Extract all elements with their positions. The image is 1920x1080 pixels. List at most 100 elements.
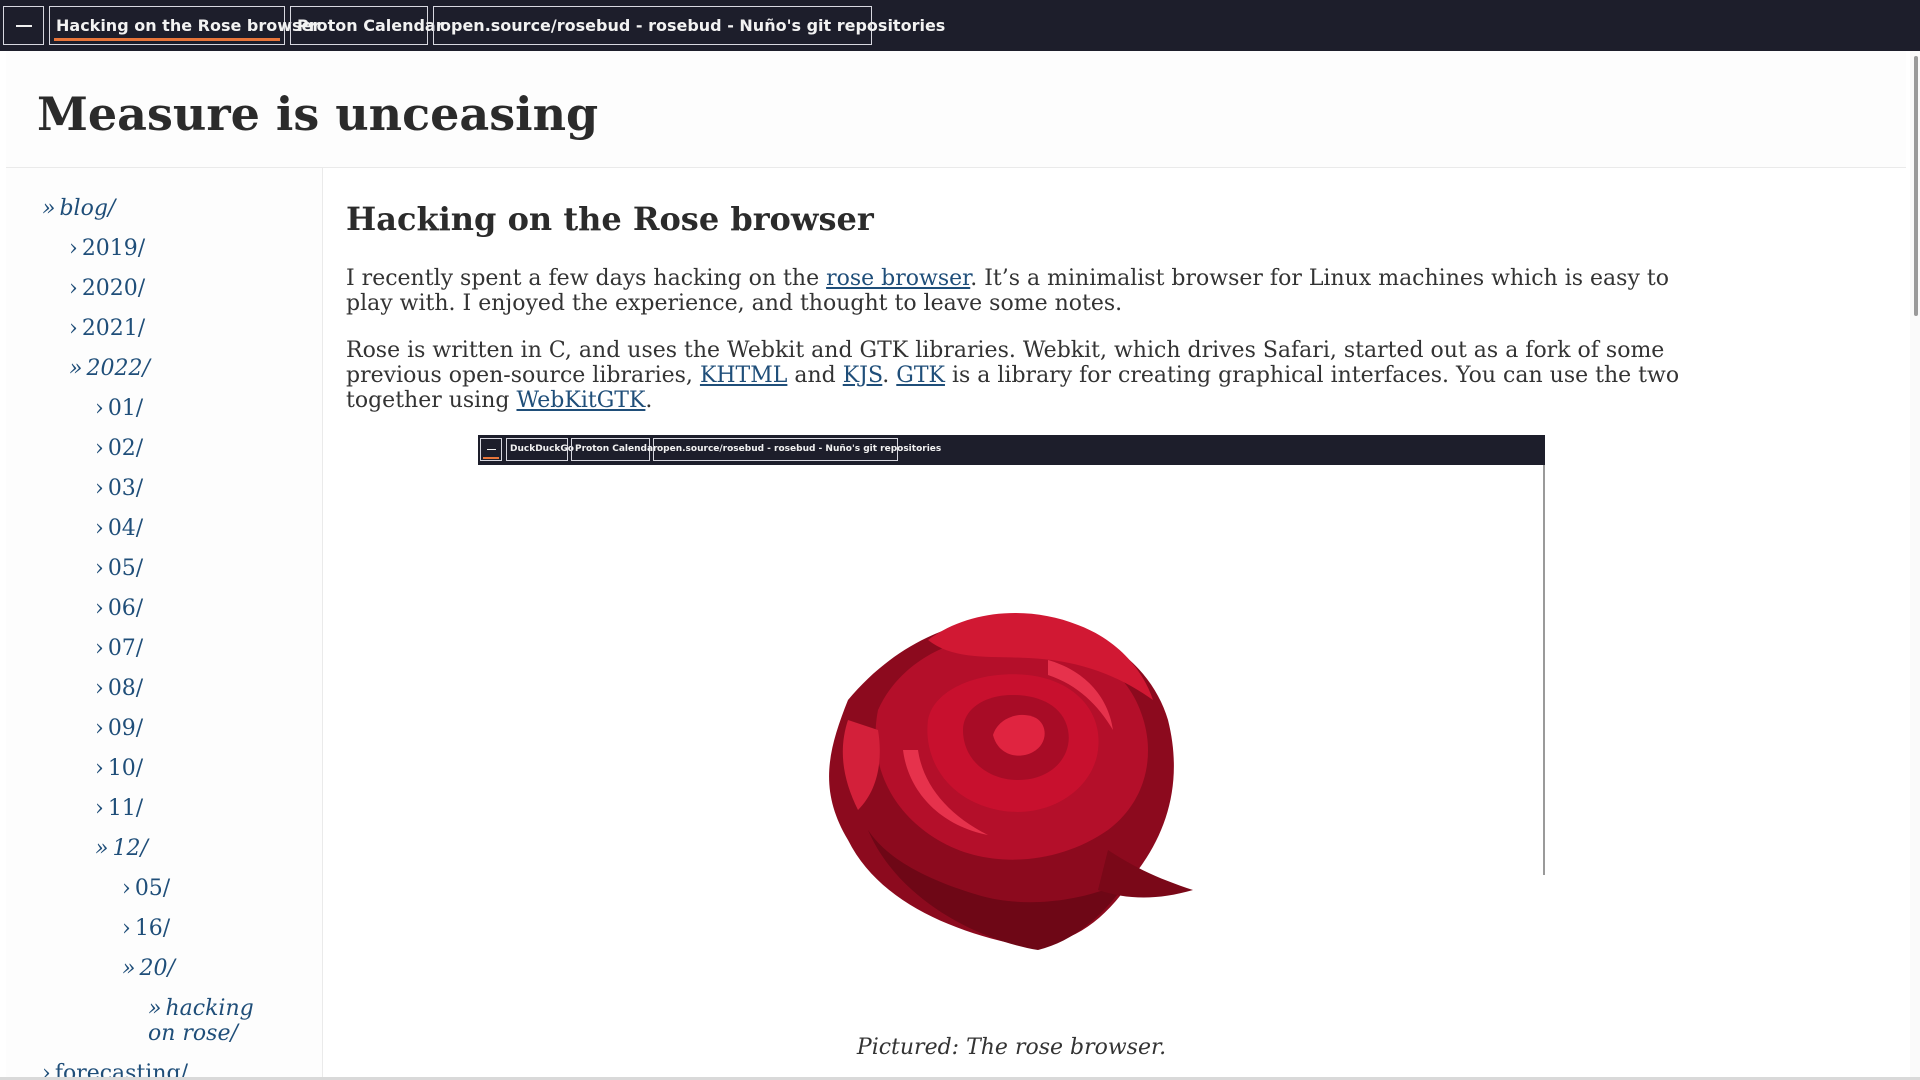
embedded-tab-proton-calendar: Proton Calendar <box>571 438 657 461</box>
nav-item-month-02[interactable]: › 02/ <box>95 436 143 461</box>
nav-item-2021[interactable]: › 2021/ <box>69 316 145 341</box>
nav-label: 11/ <box>107 796 144 821</box>
nav-label: 03/ <box>107 476 144 501</box>
nav-label: 20/ <box>139 956 175 981</box>
embedded-tab-bar: DuckDuckGo Proton Calendar open.source/r… <box>478 435 1545 465</box>
nav-label: 2019/ <box>81 236 146 261</box>
nav-item-month-03[interactable]: › 03/ <box>95 476 143 501</box>
chevron-right-icon: › <box>95 636 104 661</box>
nav-item-2019[interactable]: › 2019/ <box>69 236 145 261</box>
page-scrollbar-thumb[interactable] <box>1914 56 1918 316</box>
nav-item-month-09[interactable]: › 09/ <box>95 716 143 741</box>
nav-label: 2021/ <box>81 316 146 341</box>
nav-item-day-05[interactable]: › 05/ <box>122 876 170 901</box>
text: . <box>645 388 653 413</box>
nav-label: 2022/ <box>86 356 150 381</box>
nav-label: blog/ <box>59 196 116 221</box>
rose-image <box>829 613 1193 950</box>
link-khtml[interactable]: KHTML <box>700 363 787 388</box>
link-kjs[interactable]: KJS <box>843 363 883 388</box>
nav-label: 01/ <box>107 396 144 421</box>
site-title[interactable]: Measure is unceasing <box>37 87 598 141</box>
nav-label: 10/ <box>107 756 144 781</box>
chevron-right-icon: › <box>69 316 78 341</box>
nav-item-day-16[interactable]: › 16/ <box>122 916 170 941</box>
hamburger-icon <box>486 449 496 450</box>
link-rose-browser[interactable]: rose browser <box>826 266 970 291</box>
tab-label: Proton Calendar <box>575 444 658 454</box>
figure-rose-screenshot: DuckDuckGo Proton Calendar open.source/r… <box>478 435 1545 1035</box>
chevron-right-icon: › <box>95 556 104 581</box>
browser-tab-bar: Hacking on the Rose browser Proton Calen… <box>0 0 1920 51</box>
nav-label: 07/ <box>107 636 144 661</box>
chevron-right-icon: › <box>95 676 104 701</box>
nav-item-month-11[interactable]: › 11/ <box>95 796 143 821</box>
chevron-right-icon: › <box>95 516 104 541</box>
tab-label: DuckDuckGo <box>510 444 574 454</box>
nav-item-2020[interactable]: › 2020/ <box>69 276 145 301</box>
nav-label: 08/ <box>107 676 144 701</box>
link-webkitgtk[interactable]: WebKitGTK <box>516 388 645 413</box>
chevron-right-icon: › <box>122 876 131 901</box>
text: I recently spent a few days hacking on t… <box>346 266 827 291</box>
nav-item-hacking-on-rose[interactable]: » hacking on rose/ <box>148 996 278 1046</box>
embedded-tab-rosebud-git: open.source/rosebud - rosebud - Nuño's g… <box>653 438 941 461</box>
tab-label: open.source/rosebud - rosebud - Nuño's g… <box>657 444 942 454</box>
paragraph-intro: I recently spent a few days hacking on t… <box>346 266 1686 316</box>
nav-label: 09/ <box>107 716 144 741</box>
nav-item-month-01[interactable]: › 01/ <box>95 396 143 421</box>
link-gtk[interactable]: GTK <box>896 363 945 388</box>
chevron-open-icon: » <box>148 996 162 1021</box>
tab-label: Hacking on the Rose browser <box>56 16 321 35</box>
text: and <box>787 363 843 388</box>
chevron-right-icon: › <box>95 796 104 821</box>
nav-item-day-20[interactable]: » 20/ <box>122 956 175 981</box>
tab-proton-calendar[interactable]: Proton Calendar <box>290 6 444 45</box>
site-header: Measure is unceasing <box>6 51 1906 168</box>
chevron-open-icon: » <box>122 956 136 981</box>
nav-item-2022[interactable]: » 2022/ <box>69 356 150 381</box>
embedded-menu-button <box>480 438 502 461</box>
nav-label: 12/ <box>112 836 148 861</box>
nav-item-month-05[interactable]: › 05/ <box>95 556 143 581</box>
nav-label: 02/ <box>107 436 144 461</box>
chevron-right-icon: › <box>95 756 104 781</box>
chevron-open-icon: » <box>69 356 83 381</box>
nav-item-month-10[interactable]: › 10/ <box>95 756 143 781</box>
figure-caption: Pictured: The rose browser. <box>856 1035 1167 1060</box>
nav-label: 05/ <box>107 556 144 581</box>
chevron-right-icon: › <box>95 396 104 421</box>
chevron-open-icon: » <box>42 196 56 221</box>
post-title: Hacking on the Rose browser <box>346 200 874 238</box>
menu-button[interactable] <box>3 6 44 45</box>
chevron-right-icon: › <box>95 596 104 621</box>
chevron-right-icon: › <box>95 436 104 461</box>
nav-item-month-06[interactable]: › 06/ <box>95 596 143 621</box>
nav-item-month-07[interactable]: › 07/ <box>95 636 143 661</box>
nav-label: 04/ <box>107 516 144 541</box>
chevron-right-icon: › <box>95 476 104 501</box>
chevron-right-icon: › <box>69 236 78 261</box>
tab-hacking-on-rose[interactable]: Hacking on the Rose browser <box>49 6 320 45</box>
embedded-scrollbar <box>1543 465 1545 875</box>
nav-item-month-12[interactable]: » 12/ <box>95 836 148 861</box>
paragraph-libraries: Rose is written in C, and uses the Webki… <box>346 338 1686 413</box>
nav-label: hacking on rose/ <box>148 996 254 1046</box>
nav-item-blog[interactable]: » blog/ <box>42 196 115 221</box>
nav-item-month-04[interactable]: › 04/ <box>95 516 143 541</box>
nav-label: 2020/ <box>81 276 146 301</box>
tab-label: open.source/rosebud - rosebud - Nuño's g… <box>440 16 946 35</box>
nav-item-month-08[interactable]: › 08/ <box>95 676 143 701</box>
hamburger-icon <box>15 24 32 27</box>
chevron-open-icon: » <box>95 836 109 861</box>
text: . <box>882 363 897 388</box>
embedded-browser-screenshot: DuckDuckGo Proton Calendar open.source/r… <box>478 435 1545 1035</box>
tab-rosebud-git[interactable]: open.source/rosebud - rosebud - Nuño's g… <box>433 6 945 45</box>
nav-label: 16/ <box>134 916 171 941</box>
tab-label: Proton Calendar <box>297 16 444 35</box>
sidebar-nav: » blog/ › 2019/ › 2020/ › 2021/ » 2022/ › 01/ … <box>6 168 323 1080</box>
nav-label: 06/ <box>107 596 144 621</box>
chevron-right-icon: › <box>122 916 131 941</box>
chevron-right-icon: › <box>95 716 104 741</box>
embedded-tab-duckduckgo: DuckDuckGo <box>506 438 574 461</box>
